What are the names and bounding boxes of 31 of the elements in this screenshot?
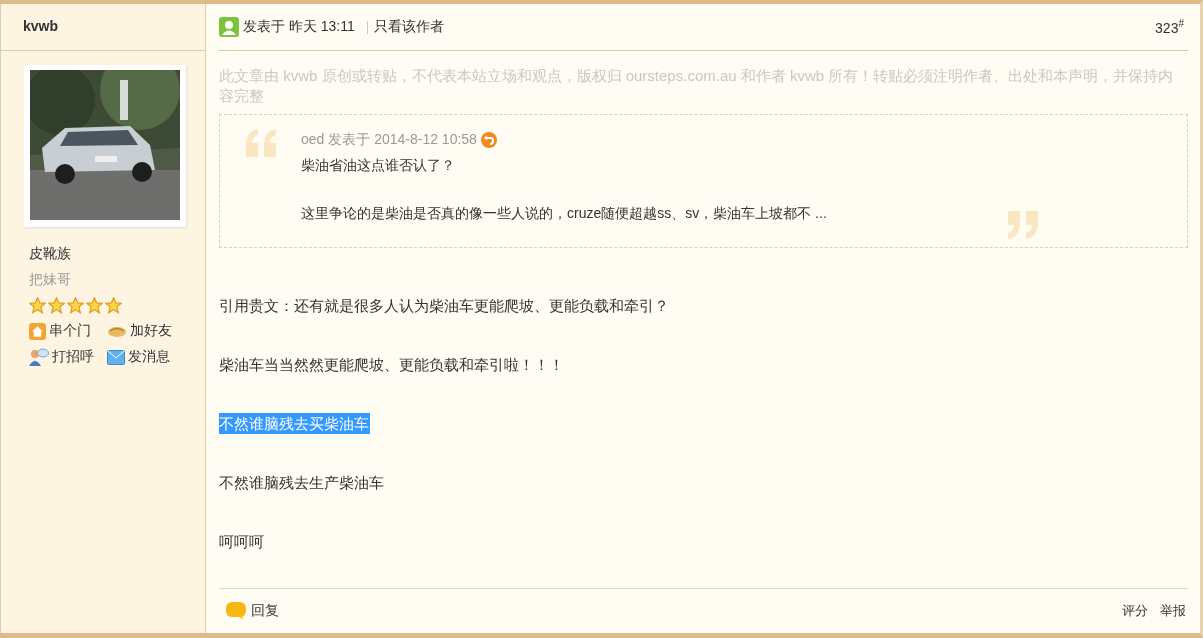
footer-link[interactable]: 评分 — [1122, 602, 1148, 620]
post-paragraph: 引用贵文：还有就是很多人认为柴油车更能爬坡、更能负载和牵引？ — [219, 296, 670, 316]
profile-action-link[interactable]: 串个门 — [29, 322, 107, 340]
user-title: 皮靴族 — [29, 245, 72, 263]
quote-text: 这里争论的是柴油是否真的像一些人说的，cruze随便超越ss、sv，柴油车上坡都不 ... — [301, 205, 828, 223]
profile-action-link[interactable]: 打招呼 — [29, 348, 107, 366]
post-paragraph: 呵呵呵 — [219, 532, 265, 552]
star-icon — [86, 297, 103, 314]
quote-header: oed 发表于 2014-8-12 10:58 — [301, 131, 477, 149]
person-chat-icon — [29, 348, 49, 366]
post-paragraph: 不然谁脑残去买柴油车 — [219, 413, 370, 434]
profile-action-link[interactable]: 加好友 — [107, 322, 187, 340]
author-only-link[interactable]: 只看该作者 — [373, 18, 444, 36]
star-icon — [67, 297, 84, 314]
floor-number[interactable]: 323$^{#}$ — [1155, 18, 1184, 36]
home-icon — [29, 322, 46, 340]
post-time: 发表于 昨天 13:11 — [243, 18, 355, 36]
envelope-icon — [107, 349, 125, 365]
post-paragraph: 柴油车当当然然更能爬坡、更能负载和牵引啦！！！ — [219, 355, 565, 375]
star-icon — [105, 297, 122, 314]
author-name[interactable]: kvwb — [23, 18, 58, 34]
user-rank: 把妹哥 — [29, 271, 72, 289]
quote-text: 柴油省油这点谁否认了？ — [301, 157, 456, 175]
speech-bubble-icon — [225, 601, 247, 621]
profile-action-link[interactable]: 发消息 — [107, 348, 187, 366]
reply-link[interactable]: 回复 — [251, 602, 279, 620]
user-icon — [219, 17, 239, 37]
footer-link[interactable]: 举报 — [1160, 602, 1186, 620]
star-icon — [29, 297, 46, 314]
post-paragraph: 不然谁脑残去生产柴油车 — [219, 473, 385, 493]
star-icon — [48, 297, 65, 314]
